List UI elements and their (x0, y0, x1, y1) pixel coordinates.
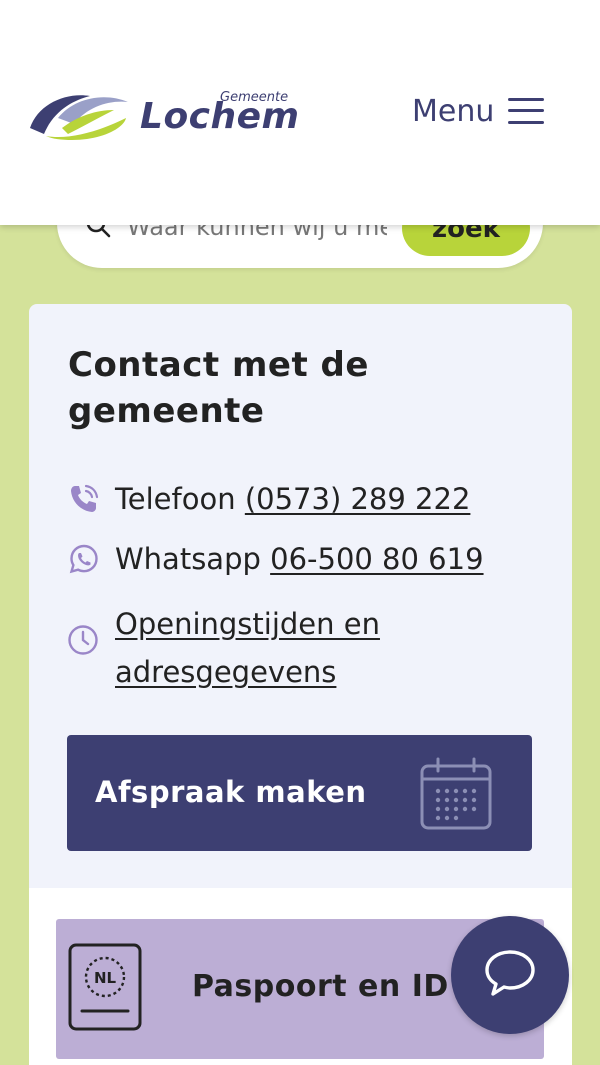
passport-badge: NL (94, 969, 117, 987)
phone-row: Telefoon (0573) 289 222 (67, 482, 470, 516)
whatsapp-label: Whatsapp (115, 542, 261, 576)
contact-card: Contact met de gemeente Telefoon (0573) … (29, 304, 572, 888)
calendar-icon (419, 757, 493, 835)
logo[interactable]: Gemeente Lochem (28, 82, 300, 142)
site-header: Gemeente Lochem Menu (0, 0, 600, 225)
opening-hours-link[interactable]: Openingstijden en adresgegevens (115, 600, 495, 696)
appointment-label: Afspraak maken (95, 775, 367, 809)
menu-label: Menu (412, 93, 495, 129)
clock-icon (67, 624, 99, 660)
whatsapp-link[interactable]: 06-500 80 619 (270, 542, 483, 576)
logo-name: Lochem (140, 96, 300, 137)
contact-title: Contact met de gemeente (68, 345, 369, 431)
whatsapp-icon (67, 542, 101, 576)
appointment-button[interactable]: Afspraak maken (67, 735, 532, 851)
phone-link[interactable]: (0573) 289 222 (245, 482, 471, 516)
phone-icon (67, 482, 101, 516)
passport-icon: NL (68, 943, 142, 1035)
whatsapp-row: Whatsapp 06-500 80 619 (67, 542, 484, 576)
phone-label: Telefoon (115, 482, 236, 516)
hamburger-icon (508, 97, 545, 125)
menu-button[interactable]: Menu (412, 88, 552, 134)
opening-hours-row: Openingstijden en adresgegevens (67, 600, 507, 700)
chat-button[interactable] (451, 916, 569, 1034)
logo-mark-icon (30, 95, 128, 140)
passport-label: Paspoort en ID (192, 969, 449, 1004)
chat-icon (483, 948, 537, 1002)
